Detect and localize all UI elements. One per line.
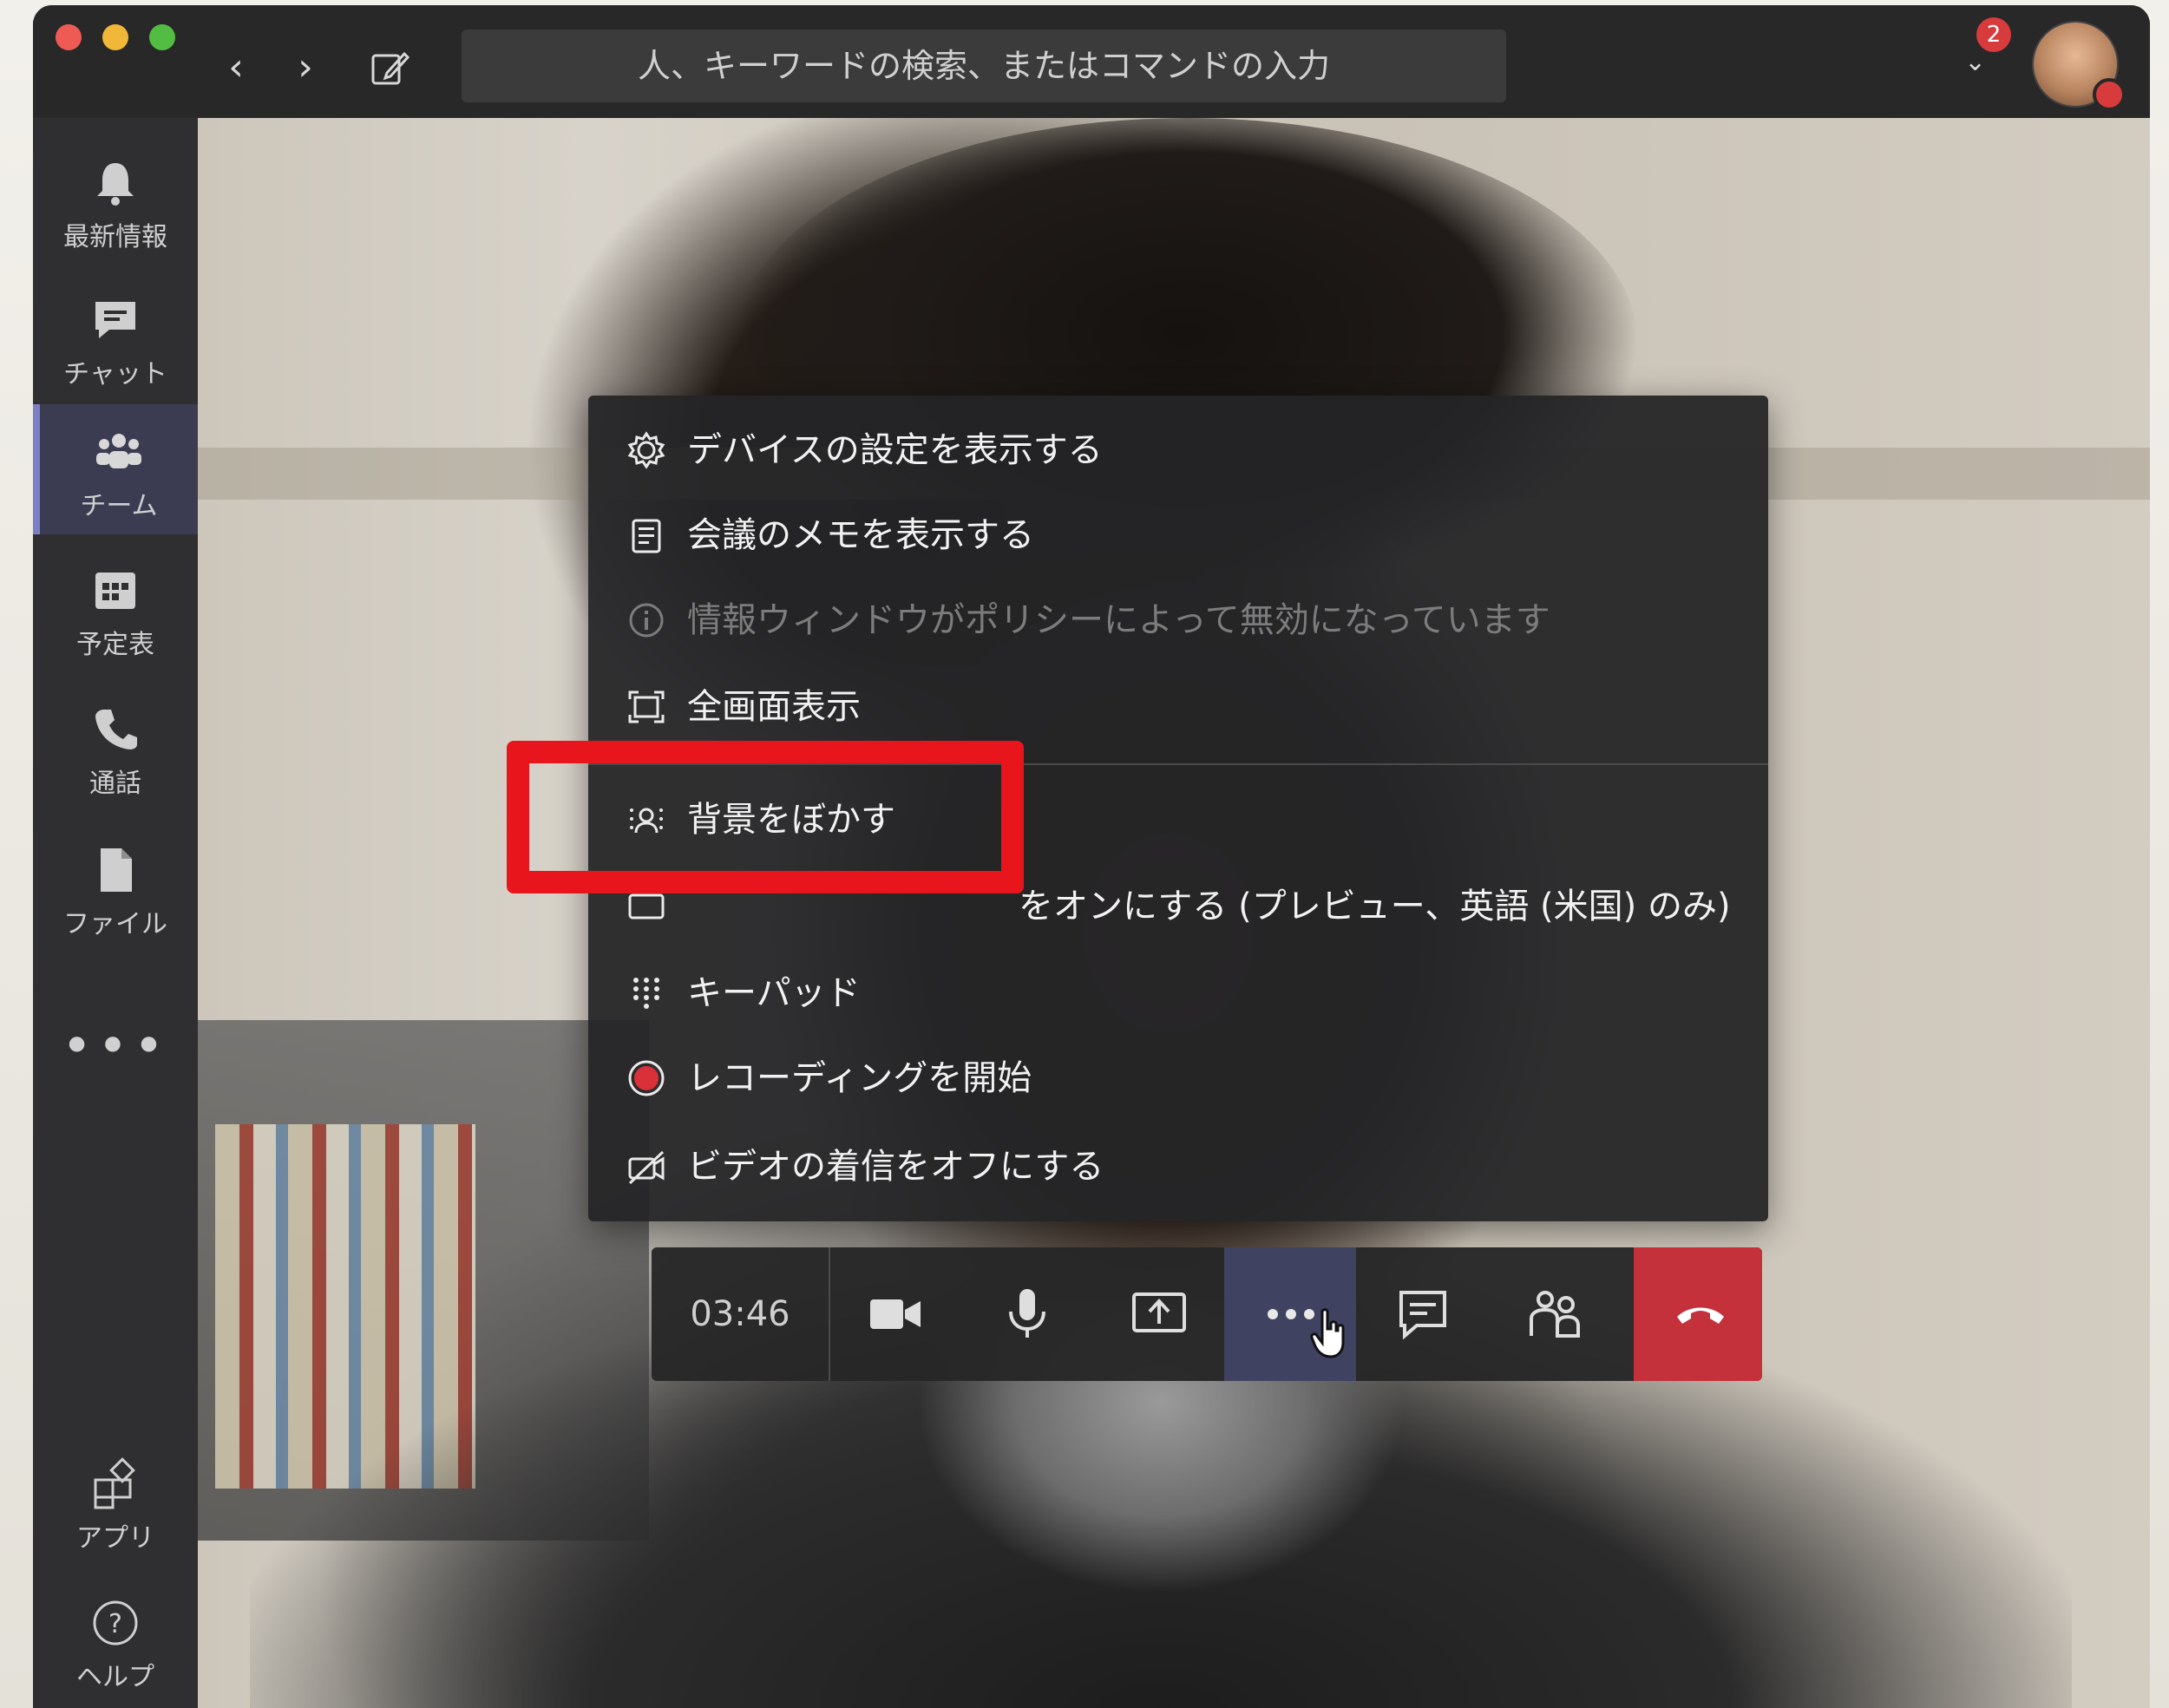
show-participants-button[interactable] xyxy=(1488,1247,1620,1381)
menu-item-label: キーパッド xyxy=(687,973,861,1013)
rail-item-chat[interactable]: チャット xyxy=(33,272,198,402)
back-arrow-icon[interactable]: ‹ xyxy=(217,49,255,87)
call-timer: 03:46 xyxy=(652,1247,830,1381)
status-badge xyxy=(2093,78,2126,111)
rail-label-chat: チャット xyxy=(63,359,167,389)
keypad-icon xyxy=(633,978,659,1009)
menu-item-label: をオンにする (プレビュー、英語 (米国) のみ) xyxy=(1019,887,1731,926)
microphone-button[interactable] xyxy=(960,1247,1092,1381)
menu-item-label: 会議のメモを表示する xyxy=(687,515,1034,555)
rail-item-help[interactable]: ? ヘルプ xyxy=(33,1575,198,1705)
help-icon: ? xyxy=(93,1600,138,1646)
maximize-window-button[interactable] xyxy=(149,24,175,50)
menu-item-label: 全画面表示 xyxy=(687,687,861,727)
rail-item-teams[interactable]: チーム xyxy=(33,404,198,534)
camera-icon xyxy=(870,1299,921,1329)
rail-label-apps: アプリ xyxy=(76,1523,154,1554)
captions-icon xyxy=(628,893,665,919)
minimize-window-button[interactable] xyxy=(102,24,128,50)
close-window-button[interactable] xyxy=(56,24,82,50)
svg-text:?: ? xyxy=(108,1609,122,1639)
app-bar: 最新情報 チャット チーム 予定表 通話 ファイル ••• アプリ ? ヘルプ xyxy=(33,118,198,1708)
gear-icon xyxy=(627,431,665,469)
rail-item-calendar[interactable]: 予定表 xyxy=(33,543,198,673)
more-apps-button[interactable]: ••• xyxy=(33,1016,198,1076)
menu-item-label: ビデオの着信をオフにする xyxy=(687,1147,1104,1187)
screen: ‹ › 人、キーワードの検索、またはコマンドの入力 ⌄ 2 最新情報 チャット … xyxy=(0,0,2169,1708)
bell-icon xyxy=(97,163,134,206)
fullscreen-icon xyxy=(628,690,665,723)
menu-item-label: 情報ウィンドウがポリシーによって無効になっています xyxy=(687,600,1550,640)
file-icon xyxy=(101,848,132,892)
menu-item-blur-background[interactable]: 背景をぼかす xyxy=(588,777,1768,862)
menu-item-device-settings[interactable]: デバイスの設定を表示する xyxy=(588,408,1768,493)
calendar-icon xyxy=(95,573,135,609)
microphone-icon xyxy=(1009,1289,1045,1338)
compose-icon[interactable] xyxy=(368,47,411,90)
search-input[interactable]: 人、キーワードの検索、またはコマンドの入力 xyxy=(462,29,1506,102)
menu-item-start-recording[interactable]: レコーディングを開始 xyxy=(588,1036,1768,1121)
apps-icon xyxy=(94,1457,135,1509)
record-icon xyxy=(628,1060,665,1096)
rail-label-calendar: 予定表 xyxy=(76,630,154,660)
chevron-down-icon[interactable]: ⌄ xyxy=(1964,47,1986,77)
menu-item-fullscreen[interactable]: 全画面表示 xyxy=(588,664,1768,749)
rail-label-files: ファイル xyxy=(63,909,167,939)
rail-item-files[interactable]: ファイル xyxy=(33,822,198,952)
rail-label-activity: 最新情報 xyxy=(63,222,167,252)
menu-item-keypad[interactable]: キーパッド xyxy=(588,951,1768,1036)
rail-item-calls[interactable]: 通話 xyxy=(33,682,198,812)
blur-background-icon xyxy=(630,808,663,834)
chat-icon xyxy=(1399,1291,1446,1340)
hand-cursor-icon xyxy=(1310,1308,1345,1358)
rail-label-help: ヘルプ xyxy=(76,1662,154,1692)
forward-arrow-icon[interactable]: › xyxy=(286,49,324,87)
teams-icon xyxy=(96,434,141,468)
menu-item-info-pane: 情報ウィンドウがポリシーによって無効になっています xyxy=(588,578,1768,663)
participants-icon xyxy=(1530,1291,1580,1338)
show-conversation-button[interactable] xyxy=(1356,1247,1488,1381)
menu-divider xyxy=(588,763,1768,765)
more-actions-menu: デバイスの設定を表示する 会議のメモを表示する 情報ウィンドウがポリシーによって… xyxy=(588,396,1768,1221)
rail-item-activity[interactable]: 最新情報 xyxy=(33,135,198,265)
menu-item-label: 背景をぼかす xyxy=(687,800,895,840)
teams-window: ‹ › 人、キーワードの検索、またはコマンドの入力 ⌄ 2 最新情報 チャット … xyxy=(33,5,2150,1708)
hang-up-button[interactable] xyxy=(1634,1247,1762,1381)
rail-label-calls: 通話 xyxy=(89,769,141,799)
phone-icon xyxy=(95,710,137,749)
hang-up-icon xyxy=(1677,1307,1724,1324)
title-bar: ‹ › 人、キーワードの検索、またはコマンドの入力 ⌄ 2 xyxy=(33,5,2150,118)
call-controls-bar: 03:46 xyxy=(652,1247,1762,1381)
share-screen-icon xyxy=(1132,1292,1186,1332)
menu-item-live-captions[interactable]: をオンにする (プレビュー、英語 (米国) のみ) xyxy=(588,864,1768,949)
rail-item-apps[interactable]: アプリ xyxy=(33,1436,198,1567)
menu-item-label: デバイスの設定を表示する xyxy=(687,430,1103,470)
camera-button[interactable] xyxy=(829,1247,960,1381)
video-off-icon xyxy=(628,1150,665,1185)
notes-icon xyxy=(632,519,661,553)
menu-item-label: レコーディングを開始 xyxy=(687,1058,1032,1098)
menu-item-turn-off-incoming-video[interactable]: ビデオの着信をオフにする xyxy=(588,1124,1768,1209)
info-icon xyxy=(629,603,664,638)
share-screen-button[interactable] xyxy=(1092,1247,1224,1381)
notification-badge: 2 xyxy=(1976,17,2011,52)
rail-label-teams: チーム xyxy=(80,491,158,521)
menu-item-meeting-notes[interactable]: 会議のメモを表示する xyxy=(588,493,1768,578)
chat-icon xyxy=(95,302,135,338)
